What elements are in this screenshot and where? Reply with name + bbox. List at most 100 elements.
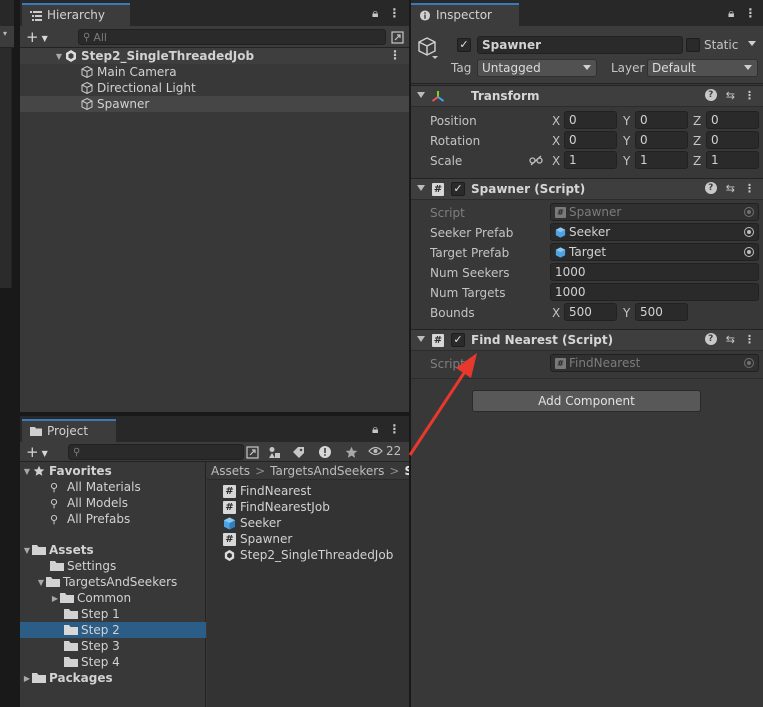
rotation-z-field[interactable]: 0 xyxy=(706,131,759,149)
position-x-field[interactable]: 0 xyxy=(564,111,617,129)
layer-dropdown[interactable]: Default xyxy=(647,59,758,77)
search-input[interactable] xyxy=(93,30,385,44)
component-enabled-checkbox[interactable]: ✓ xyxy=(451,182,465,196)
position-z-field[interactable]: 0 xyxy=(706,111,759,129)
kebab-menu-icon[interactable]: ⋮ xyxy=(744,89,755,102)
bounds-x-field[interactable]: 500 xyxy=(564,303,617,321)
tree-row-packages[interactable]: ▶ Packages xyxy=(20,670,206,686)
bounds-y-field[interactable]: 500 xyxy=(635,303,688,321)
axis-x-label[interactable]: X xyxy=(552,114,560,128)
kebab-menu-icon[interactable]: ⋮ xyxy=(388,6,400,21)
tree-row-settings[interactable]: Settings xyxy=(20,558,206,574)
fold-arrow-icon[interactable] xyxy=(417,185,425,191)
fold-arrow-right-icon[interactable]: ▶ xyxy=(50,594,60,603)
target-prefab-field[interactable]: Target xyxy=(550,243,759,261)
tree-row-main-camera[interactable]: Main Camera xyxy=(20,64,409,80)
preset-sliders-icon[interactable]: ⇆ xyxy=(726,333,735,346)
filter-by-type-icon[interactable] xyxy=(267,444,283,460)
object-picker-icon[interactable] xyxy=(744,227,754,237)
help-icon[interactable]: ? xyxy=(704,333,717,345)
find-nearest-script-header[interactable]: # ✓ Find Nearest (Script) ? ⇆ ⋮ xyxy=(411,329,763,351)
active-checkbox[interactable]: ✓ xyxy=(457,38,471,52)
scale-y-field[interactable]: 1 xyxy=(635,151,688,169)
num-targets-field[interactable]: 1000 xyxy=(550,283,759,301)
axis-x-label[interactable]: X xyxy=(552,134,560,148)
filter-by-label-icon[interactable] xyxy=(290,444,306,460)
axis-z-label[interactable]: Z xyxy=(693,154,701,168)
breadcrumb-item[interactable]: TargetsAndSeekers xyxy=(270,464,384,478)
axis-y-label[interactable]: Y xyxy=(623,306,630,320)
search-mode-icon[interactable] xyxy=(244,444,260,460)
kebab-menu-icon[interactable]: ⋮ xyxy=(744,6,756,21)
tree-row-step-2[interactable]: Step 2 xyxy=(20,622,206,638)
tree-row-directional-light[interactable]: Directional Light xyxy=(20,80,409,96)
warning-icon[interactable] xyxy=(317,444,333,460)
rotation-x-field[interactable]: 0 xyxy=(564,131,617,149)
axis-y-label[interactable]: Y xyxy=(623,154,630,168)
favorite-star-icon[interactable] xyxy=(343,444,359,460)
hidden-packages-toggle[interactable]: 22 xyxy=(368,444,401,458)
spawner-script-header[interactable]: # ✓ Spawner (Script) ? ⇆ ⋮ xyxy=(411,178,763,200)
hierarchy-search[interactable]: ⚲ xyxy=(78,29,386,45)
tree-row-step-4[interactable]: Step 4 xyxy=(20,654,206,670)
tree-row-favorites[interactable]: ▼ Favorites xyxy=(20,463,206,479)
tree-row-all-prefabs[interactable]: ⚲ All Prefabs xyxy=(20,511,206,527)
component-enabled-checkbox[interactable]: ✓ xyxy=(451,333,465,347)
preset-sliders-icon[interactable]: ⇆ xyxy=(726,89,735,102)
fold-arrow-icon[interactable]: ▼ xyxy=(22,546,32,555)
gameobject-cube-icon[interactable] xyxy=(417,36,439,60)
fold-arrow-icon[interactable] xyxy=(417,336,425,342)
fold-arrow-icon[interactable] xyxy=(417,92,425,98)
lock-icon[interactable]: 🔒︎ xyxy=(372,6,378,21)
axis-x-label[interactable]: X xyxy=(552,306,560,320)
tree-row-all-materials[interactable]: ⚲ All Materials xyxy=(20,479,206,495)
tree-row-all-models[interactable]: ⚲ All Models xyxy=(20,495,206,511)
scale-x-field[interactable]: 1 xyxy=(564,151,617,169)
fold-arrow-icon[interactable]: ▼ xyxy=(54,52,64,61)
scene-picker-icon[interactable] xyxy=(389,29,405,45)
asset-row-spawner[interactable]: # Spawner xyxy=(223,531,292,547)
kebab-menu-icon[interactable]: ⋮ xyxy=(744,182,755,195)
seeker-prefab-field[interactable]: Seeker xyxy=(550,223,759,241)
create-dropdown[interactable]: + ▼ xyxy=(26,443,48,461)
fold-arrow-icon[interactable]: ▼ xyxy=(22,467,32,476)
project-search[interactable]: ⚲ xyxy=(68,444,244,460)
lock-icon[interactable]: 🔒︎ xyxy=(728,6,734,21)
asset-row-findnearest[interactable]: # FindNearest xyxy=(223,483,311,499)
tab-hierarchy[interactable]: Hierarchy xyxy=(22,3,130,26)
axis-z-label[interactable]: Z xyxy=(693,134,701,148)
kebab-menu-icon[interactable]: ⋮ xyxy=(388,422,400,437)
tree-row-assets[interactable]: ▼ Assets xyxy=(20,542,206,558)
lock-icon[interactable]: 🔒︎ xyxy=(372,422,378,437)
preset-sliders-icon[interactable]: ⇆ xyxy=(726,182,735,195)
kebab-menu-icon[interactable]: ⋮ xyxy=(389,48,401,62)
axis-z-label[interactable]: Z xyxy=(693,114,701,128)
object-name-field[interactable]: Spawner xyxy=(477,36,683,54)
scale-z-field[interactable]: 1 xyxy=(706,151,759,169)
tag-dropdown[interactable]: Untagged xyxy=(477,59,597,77)
tree-row-step-3[interactable]: Step 3 xyxy=(20,638,206,654)
asset-row-step2-scene[interactable]: Step2_SingleThreadedJob xyxy=(223,547,393,563)
help-icon[interactable]: ? xyxy=(704,182,717,194)
axis-y-label[interactable]: Y xyxy=(623,134,630,148)
static-dropdown-icon[interactable] xyxy=(748,41,756,46)
transform-header[interactable]: Transform ? ⇆ ⋮ xyxy=(411,85,763,107)
axis-x-label[interactable]: X xyxy=(552,154,560,168)
tree-row-common[interactable]: ▶ Common xyxy=(20,590,206,606)
tab-inspector[interactable]: Inspector xyxy=(411,3,519,26)
asset-row-seeker[interactable]: Seeker xyxy=(223,515,281,531)
tree-row-scene[interactable]: ▼ Step2_SingleThreadedJob ⋮ xyxy=(20,48,409,64)
asset-row-findnearestjob[interactable]: # FindNearestJob xyxy=(223,499,330,515)
help-icon[interactable]: ? xyxy=(704,89,717,101)
position-y-field[interactable]: 0 xyxy=(635,111,688,129)
constrain-proportions-icon[interactable] xyxy=(529,155,543,166)
kebab-menu-icon[interactable]: ⋮ xyxy=(744,333,755,346)
fold-arrow-icon[interactable]: ▼ xyxy=(36,578,46,587)
fold-arrow-right-icon[interactable]: ▶ xyxy=(22,674,32,683)
axis-y-label[interactable]: Y xyxy=(623,114,630,128)
add-component-button[interactable]: Add Component xyxy=(472,390,701,412)
tree-row-spawner[interactable]: Spawner xyxy=(20,96,409,112)
search-input[interactable] xyxy=(83,445,243,459)
num-seekers-field[interactable]: 1000 xyxy=(550,263,759,281)
create-dropdown[interactable]: + ▼ xyxy=(26,28,48,46)
